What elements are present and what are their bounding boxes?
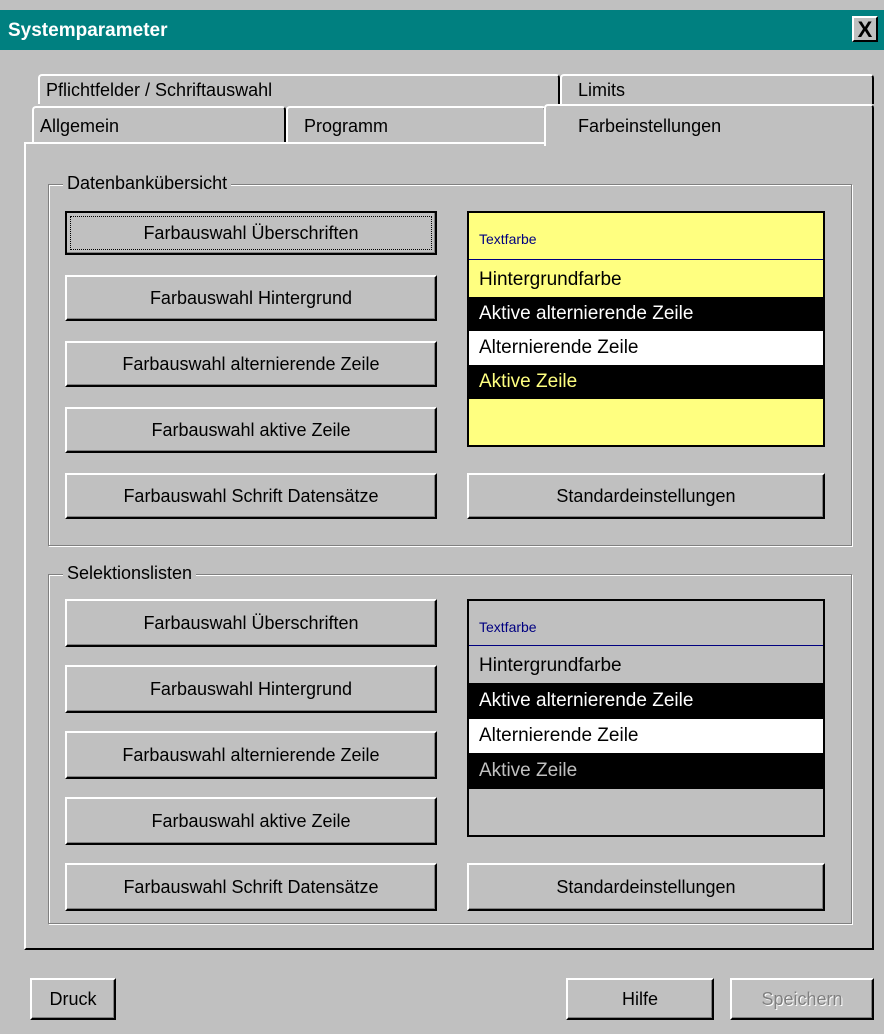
- tab-panel-farbeinstellungen: Datenbankübersicht Farbauswahl Überschri…: [24, 142, 874, 950]
- tab-limits[interactable]: Limits: [560, 74, 874, 104]
- tab-allgemein[interactable]: Allgemein: [32, 106, 286, 144]
- color-background-button[interactable]: Farbauswahl Hintergrund: [65, 275, 437, 321]
- groupbox-selektionslisten: Selektionslisten Farbauswahl Überschrift…: [48, 563, 852, 924]
- tab-label: Farbeinstellungen: [578, 116, 722, 136]
- preview-divider: [469, 645, 823, 646]
- color-background-button[interactable]: Farbauswahl Hintergrund: [65, 665, 437, 713]
- tab-label: Pflichtfelder / Schriftauswahl: [46, 80, 273, 100]
- color-headings-button[interactable]: Farbauswahl Überschriften: [65, 599, 437, 647]
- color-active-row-button[interactable]: Farbauswahl aktive Zeile: [65, 407, 437, 453]
- tab-programm[interactable]: Programm: [286, 106, 546, 144]
- preview-background-row: Hintergrundfarbe: [479, 269, 622, 290]
- tab-pflichtfelder[interactable]: Pflichtfelder / Schriftauswahl: [38, 74, 560, 104]
- close-button[interactable]: X: [852, 16, 878, 42]
- preview-active-alternating-row: Aktive alternierende Zeile: [469, 297, 823, 331]
- tab-label: Limits: [578, 80, 626, 100]
- help-button[interactable]: Hilfe: [566, 978, 714, 1020]
- standard-settings-button[interactable]: Standardeinstellungen: [467, 863, 825, 911]
- standard-settings-button[interactable]: Standardeinstellungen: [467, 473, 825, 519]
- groupbox-datenbankuebersicht: Datenbankübersicht Farbauswahl Überschri…: [48, 173, 852, 546]
- tab-label: Programm: [304, 116, 389, 136]
- title-bar: Systemparameter X: [0, 10, 884, 50]
- preview-header: Textfarbe: [479, 619, 537, 635]
- preview-alternating-row: Alternierende Zeile: [469, 719, 823, 753]
- save-button[interactable]: Speichern: [730, 978, 874, 1020]
- preview-divider: [469, 259, 823, 260]
- preview-active-row: Aktive Zeile: [469, 365, 823, 399]
- color-active-row-button[interactable]: Farbauswahl aktive Zeile: [65, 797, 437, 845]
- preview-active-alternating-row: Aktive alternierende Zeile: [469, 683, 823, 719]
- tab-label: Allgemein: [40, 116, 120, 136]
- preview-background-row: Hintergrundfarbe: [479, 655, 622, 676]
- color-headings-button[interactable]: Farbauswahl Überschriften: [65, 211, 437, 255]
- color-alternating-row-button[interactable]: Farbauswahl alternierende Zeile: [65, 341, 437, 387]
- preview-active-row: Aktive Zeile: [469, 753, 823, 789]
- preview-header: Textfarbe: [479, 231, 537, 247]
- preview-alternating-row: Alternierende Zeile: [469, 331, 823, 365]
- color-alternating-row-button[interactable]: Farbauswahl alternierende Zeile: [65, 731, 437, 779]
- color-preview: Textfarbe Hintergrundfarbe Aktive altern…: [467, 599, 825, 837]
- print-button[interactable]: Druck: [30, 978, 116, 1020]
- window-title: Systemparameter: [8, 20, 168, 41]
- color-preview: Textfarbe Hintergrundfarbe Aktive altern…: [467, 211, 825, 447]
- tab-farbeinstellungen[interactable]: Farbeinstellungen: [544, 104, 874, 146]
- group-label: Selektionslisten: [63, 563, 197, 584]
- systemparameter-dialog: Systemparameter X Pflichtfelder / Schrif…: [0, 0, 884, 1034]
- color-record-font-button[interactable]: Farbauswahl Schrift Datensätze: [65, 473, 437, 519]
- color-record-font-button[interactable]: Farbauswahl Schrift Datensätze: [65, 863, 437, 911]
- group-label: Datenbankübersicht: [63, 173, 232, 194]
